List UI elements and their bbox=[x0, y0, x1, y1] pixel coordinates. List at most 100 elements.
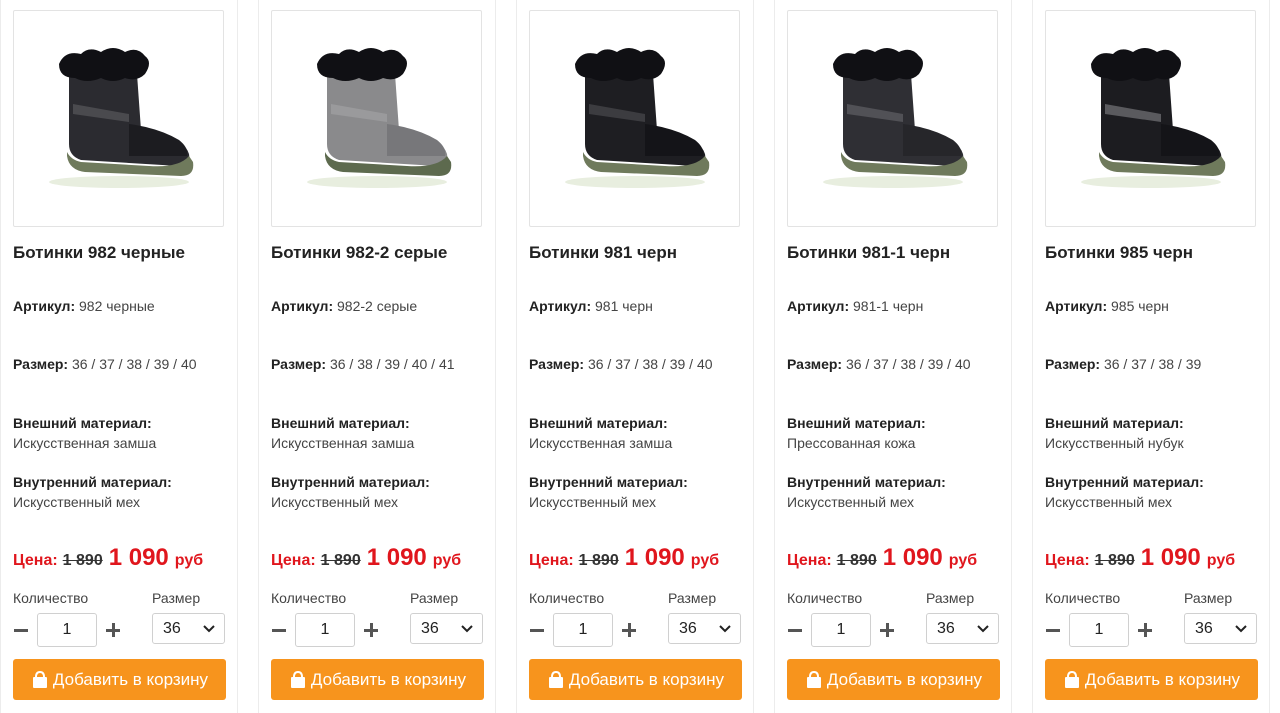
size-separator: / bbox=[1174, 356, 1186, 372]
size-value: 39 bbox=[927, 356, 944, 372]
inner-material-label: Внутренний материал: bbox=[787, 474, 946, 490]
quantity-stepper bbox=[529, 613, 637, 647]
add-to-cart-button[interactable]: Добавить в корзину bbox=[271, 659, 484, 700]
size-select[interactable]: 36 bbox=[926, 613, 999, 644]
product-image[interactable] bbox=[271, 10, 482, 227]
product-card-3: Ботинки 981 черн Артикул: 981 черн Разме… bbox=[516, 0, 754, 713]
size-select-value: 36 bbox=[421, 619, 439, 637]
size-select-label: Размер bbox=[926, 590, 975, 606]
size-separator: / bbox=[400, 356, 412, 372]
old-price: 1 890 bbox=[578, 552, 619, 569]
size-value: 38 bbox=[126, 356, 143, 372]
article-row: Артикул: 981 черн bbox=[529, 298, 653, 314]
article-value: 982 черные bbox=[79, 298, 155, 314]
product-title[interactable]: Ботинки 985 черн bbox=[1045, 243, 1193, 263]
outer-material-value: Искусственный нубук bbox=[1045, 435, 1184, 451]
plus-icon[interactable] bbox=[621, 622, 637, 638]
size-select[interactable]: 36 bbox=[152, 613, 225, 644]
size-select[interactable]: 36 bbox=[1184, 613, 1257, 644]
add-to-cart-label: Добавить в корзину bbox=[310, 669, 467, 689]
plus-icon[interactable] bbox=[1137, 622, 1153, 638]
outer-material-value: Искусственная замша bbox=[13, 435, 157, 451]
article-row: Артикул: 982-2 серые bbox=[271, 298, 417, 314]
product-card-2: Ботинки 982-2 серые Артикул: 982-2 серые… bbox=[258, 0, 496, 713]
shopping-bag-icon bbox=[289, 670, 307, 689]
plus-icon[interactable] bbox=[105, 622, 121, 638]
size-separator: / bbox=[1146, 356, 1159, 372]
size-separator: / bbox=[861, 356, 874, 372]
quantity-input[interactable] bbox=[37, 613, 97, 647]
article-label: Артикул: bbox=[787, 298, 850, 314]
chevron-down-icon bbox=[719, 625, 731, 633]
size-separator: / bbox=[888, 356, 901, 372]
chevron-down-icon bbox=[977, 625, 989, 633]
product-card-5: Ботинки 985 черн Артикул: 985 черн Разме… bbox=[1032, 0, 1270, 713]
size-label: Размер: bbox=[13, 356, 69, 372]
outer-material-value: Искусственная замша bbox=[529, 435, 673, 451]
minus-icon[interactable] bbox=[1045, 622, 1061, 638]
black-leather-boot-icon bbox=[822, 47, 967, 188]
size-label: Размер: bbox=[271, 356, 327, 372]
product-title[interactable]: Ботинки 981-1 черн bbox=[787, 243, 950, 263]
size-label: Размер: bbox=[529, 356, 585, 372]
add-to-cart-label: Добавить в корзину bbox=[1084, 669, 1241, 689]
size-row: Размер: 36 / 37 / 38 / 39 / 40 bbox=[529, 356, 713, 372]
product-image[interactable] bbox=[1045, 10, 1256, 227]
old-price: 1 890 bbox=[1094, 552, 1135, 569]
outer-material-label: Внешний материал: bbox=[1045, 415, 1184, 431]
add-to-cart-button[interactable]: Добавить в корзину bbox=[1045, 659, 1258, 700]
plus-icon[interactable] bbox=[879, 622, 895, 638]
product-title[interactable]: Ботинки 982 черные bbox=[13, 243, 185, 263]
article-label: Артикул: bbox=[13, 298, 76, 314]
inner-material-value: Искусственный мех bbox=[271, 494, 399, 510]
quantity-input[interactable] bbox=[553, 613, 613, 647]
quantity-input[interactable] bbox=[295, 613, 355, 647]
size-value: 40 bbox=[180, 356, 197, 372]
plus-icon[interactable] bbox=[363, 622, 379, 638]
size-select-value: 36 bbox=[163, 619, 181, 637]
size-value: 38 bbox=[357, 356, 373, 372]
minus-icon[interactable] bbox=[787, 622, 803, 638]
price-block: Цена: 1 890 1 090 руб bbox=[787, 544, 977, 572]
minus-icon[interactable] bbox=[529, 622, 545, 638]
outer-material-value: Искусственная замша bbox=[271, 435, 415, 451]
shopping-bag-icon bbox=[31, 670, 49, 689]
product-image[interactable] bbox=[13, 10, 224, 227]
add-to-cart-button[interactable]: Добавить в корзину bbox=[787, 659, 1000, 700]
minus-icon[interactable] bbox=[271, 622, 287, 638]
size-select-value: 36 bbox=[937, 619, 955, 637]
size-select-label: Размер bbox=[410, 590, 459, 606]
size-values: 36 / 37 / 38 / 39 / 40 bbox=[846, 356, 971, 372]
product-image[interactable] bbox=[787, 10, 998, 227]
size-value: 36 bbox=[329, 356, 346, 372]
size-select[interactable]: 36 bbox=[668, 613, 741, 644]
quantity-input[interactable] bbox=[811, 613, 871, 647]
inner-material-value: Искусственный мех bbox=[529, 494, 657, 510]
size-values: 36 / 38 / 39 / 40 / 41 bbox=[330, 356, 455, 372]
inner-material-label: Внутренний материал: bbox=[271, 474, 430, 490]
add-to-cart-button[interactable]: Добавить в корзину bbox=[13, 659, 226, 700]
size-select-label: Размер bbox=[1184, 590, 1233, 606]
quantity-input[interactable] bbox=[1069, 613, 1129, 647]
size-value: 39 bbox=[153, 356, 170, 372]
minus-icon[interactable] bbox=[13, 622, 29, 638]
size-value: 37 bbox=[873, 356, 889, 372]
size-value: 36 bbox=[1103, 356, 1120, 372]
size-row: Размер: 36 / 37 / 38 / 39 bbox=[1045, 356, 1201, 372]
size-separator: / bbox=[345, 356, 358, 372]
product-title[interactable]: Ботинки 982-2 серые bbox=[271, 243, 447, 263]
currency: руб bbox=[690, 552, 720, 569]
product-title[interactable]: Ботинки 981 черн bbox=[529, 243, 677, 263]
product-image[interactable] bbox=[529, 10, 740, 227]
size-value: 36 bbox=[587, 356, 604, 372]
price-block: Цена: 1 890 1 090 руб bbox=[13, 544, 203, 572]
outer-material-value: Прессованная кожа bbox=[787, 435, 916, 451]
add-to-cart-button[interactable]: Добавить в корзину bbox=[529, 659, 742, 700]
size-select[interactable]: 36 bbox=[410, 613, 483, 644]
size-row: Размер: 36 / 37 / 38 / 39 / 40 bbox=[787, 356, 971, 372]
grey-suede-boot-icon bbox=[306, 47, 451, 188]
size-separator: / bbox=[1119, 356, 1132, 372]
new-price: 1 090 bbox=[108, 544, 169, 571]
new-price: 1 090 bbox=[366, 544, 427, 571]
black-nubuck-boot-straps-icon bbox=[1080, 47, 1225, 188]
